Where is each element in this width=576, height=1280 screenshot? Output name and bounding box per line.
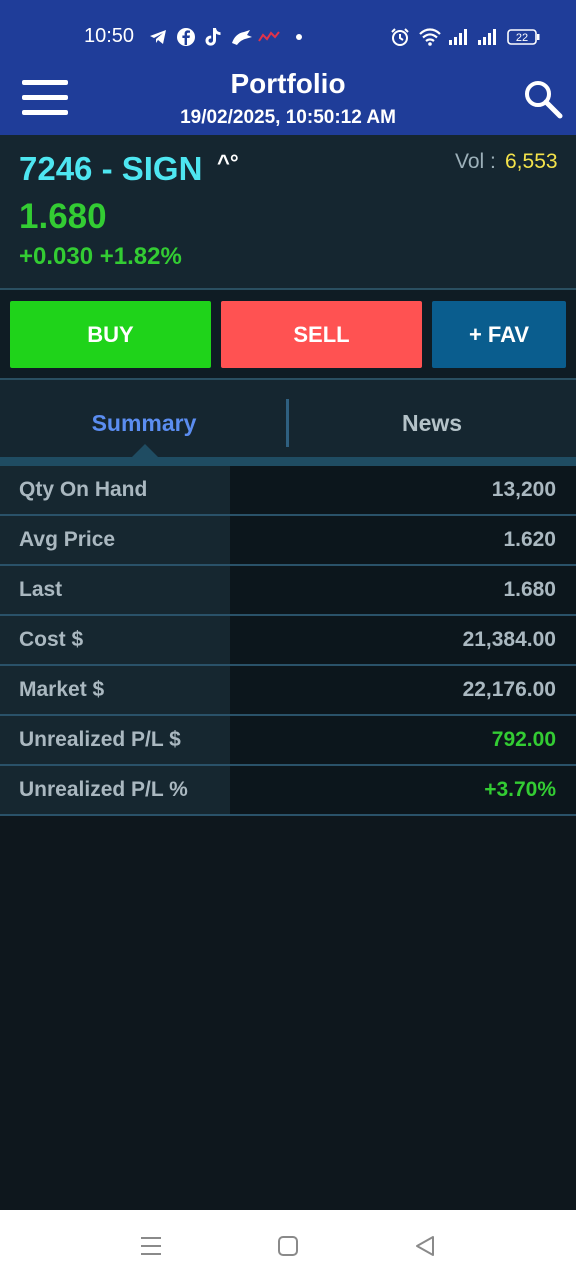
page-title: Portfolio <box>230 68 346 99</box>
table-row: Cost $ 21,384.00 <box>0 616 576 666</box>
row-value: 1.680 <box>230 566 576 614</box>
sell-button[interactable]: SELL <box>221 301 422 368</box>
telegram-icon <box>150 30 166 44</box>
dot-icon <box>296 34 302 40</box>
facebook-icon <box>177 28 195 46</box>
wifi-icon <box>419 28 441 46</box>
stock-symbol: 7246 - SIGN <box>19 150 203 187</box>
table-row: Unrealized P/L $ 792.00 <box>0 716 576 766</box>
row-label: Avg Price <box>0 516 230 564</box>
add-favorite-button[interactable]: + FAV <box>432 301 566 368</box>
app-header: 10:50 22 Portfolio 19/02/2025, 10:50:12 … <box>0 0 576 135</box>
chart-app-icon <box>258 31 280 42</box>
tab-underline <box>0 457 576 466</box>
svg-text:22: 22 <box>516 32 528 44</box>
system-nav-bar <box>0 1210 576 1280</box>
table-row: Qty On Hand 13,200 <box>0 466 576 516</box>
row-label: Qty On Hand <box>0 466 230 514</box>
back-icon[interactable] <box>411 1232 439 1260</box>
recent-apps-icon[interactable] <box>137 1232 165 1260</box>
volume-value: 6,553 <box>505 150 558 173</box>
row-value: 13,200 <box>230 466 576 514</box>
quote-panel: 7246 - SIGN ^° Vol : 6,553 1.680 +0.030 … <box>0 135 576 290</box>
stock-flags: ^° <box>217 150 239 175</box>
home-icon[interactable] <box>274 1232 302 1260</box>
tiktok-icon <box>205 28 221 46</box>
buy-button[interactable]: BUY <box>10 301 211 368</box>
search-icon[interactable] <box>522 78 564 120</box>
signal-icon <box>449 29 467 45</box>
row-value: +3.70% <box>230 766 576 814</box>
status-time: 10:50 <box>84 25 135 47</box>
action-bar: BUY SELL + FAV <box>0 290 576 380</box>
row-value: 22,176.00 <box>230 666 576 714</box>
row-label: Market $ <box>0 666 230 714</box>
table-row: Last 1.680 <box>0 566 576 616</box>
tab-news[interactable]: News <box>288 400 576 446</box>
row-label: Unrealized P/L $ <box>0 716 230 764</box>
row-value: 792.00 <box>230 716 576 764</box>
table-row: Market $ 22,176.00 <box>0 666 576 716</box>
active-tab-indicator <box>131 444 159 458</box>
row-label: Last <box>0 566 230 614</box>
app-icon <box>232 30 252 45</box>
price-change: +0.030 +1.82% <box>19 243 182 270</box>
tab-summary[interactable]: Summary <box>0 400 288 446</box>
row-value: 1.620 <box>230 516 576 564</box>
header-datetime: 19/02/2025, 10:50:12 AM <box>180 107 396 128</box>
alarm-icon <box>391 28 409 46</box>
table-row: Avg Price 1.620 <box>0 516 576 566</box>
status-bar: 10:50 22 <box>0 0 576 70</box>
last-price: 1.680 <box>19 197 107 236</box>
summary-table: Qty On Hand 13,200 Avg Price 1.620 Last … <box>0 466 576 816</box>
volume-label: Vol : <box>455 150 496 173</box>
battery-icon: 22 <box>507 29 540 45</box>
tab-bar: Summary News <box>0 380 576 466</box>
row-label: Unrealized P/L % <box>0 766 230 814</box>
signal-icon <box>478 29 496 45</box>
row-label: Cost $ <box>0 616 230 664</box>
table-row: Unrealized P/L % +3.70% <box>0 766 576 816</box>
row-value: 21,384.00 <box>230 616 576 664</box>
